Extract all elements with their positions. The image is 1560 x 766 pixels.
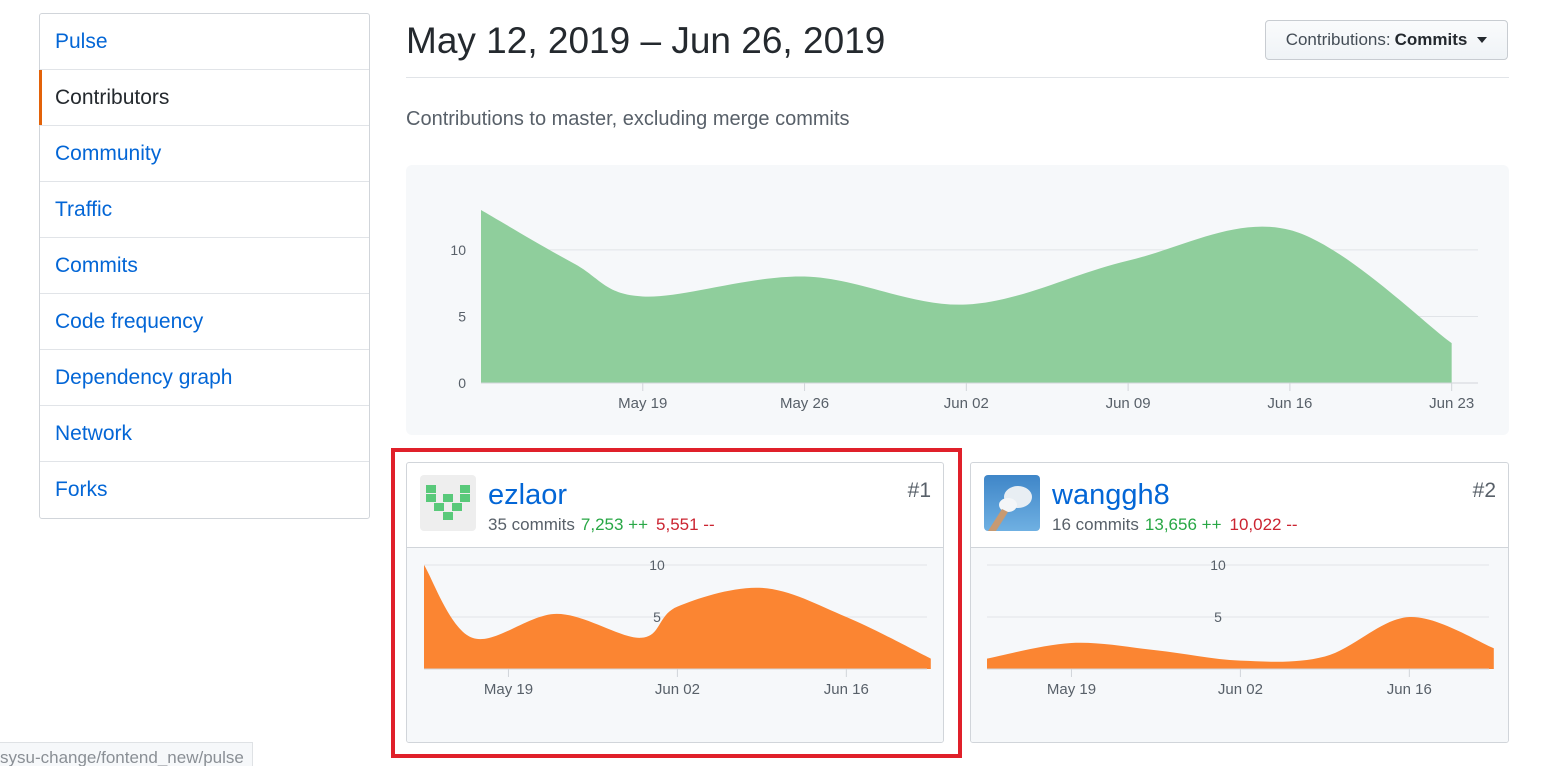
deletions-count: 10,022 --	[1229, 515, 1298, 534]
sidebar-item-community[interactable]: Community	[40, 126, 369, 182]
y-tick-label: 5	[1214, 609, 1222, 625]
sidebar-item-dependency-graph[interactable]: Dependency graph	[40, 350, 369, 406]
additions-count: 13,656 ++	[1144, 515, 1222, 534]
x-tick-label: Jun 09	[1106, 395, 1151, 412]
contributor-chart-svg: 5 10 May 19 Jun 02 Jun 16	[987, 557, 1494, 698]
status-bar-url: sysu-change/fontend_new/pulse	[0, 742, 253, 766]
y-tick-label: 0	[458, 375, 466, 391]
contributions-dropdown-value: Commits	[1394, 30, 1468, 49]
contributions-subtitle: Contributions to master, excluding merge…	[406, 108, 850, 130]
x-tick-label: Jun 16	[1387, 681, 1432, 698]
x-tick-label: Jun 02	[944, 395, 989, 412]
contributor-card: wanggh8 16 commits 13,656 ++ 10,022 -- #2 …	[970, 462, 1509, 743]
avatar-photo-icon	[984, 475, 1040, 531]
x-tick-label: Jun 02	[1218, 681, 1263, 698]
contributor-chart[interactable]: 5 10 May 19 Jun 02 Jun 16	[971, 548, 1508, 742]
contributions-type-dropdown[interactable]: Contributions: Commits	[1265, 20, 1508, 60]
sidebar-item-code-frequency[interactable]: Code frequency	[40, 294, 369, 350]
main-chart-svg: 0 5 10 May 19 May 26 Jun 02 Jun 09 Jun 16 Jun 23	[450, 210, 1478, 412]
x-tick-label: May 19	[618, 395, 667, 412]
header-divider	[406, 77, 1509, 78]
x-tick-label: May 26	[780, 395, 829, 412]
date-range-title: May 12, 2019 – Jun 26, 2019	[406, 20, 886, 61]
sidebar-item-commits[interactable]: Commits	[40, 238, 369, 294]
y-tick-label: 10	[450, 242, 466, 258]
contributor-card-header: wanggh8 16 commits 13,656 ++ 10,022 -- #2	[971, 463, 1508, 548]
contributor-name-link[interactable]: wanggh8	[1052, 479, 1170, 512]
y-tick-label: 10	[1210, 557, 1226, 573]
contributor-stats: 16 commits 13,656 ++ 10,022 --	[1052, 515, 1298, 535]
caret-down-icon	[1477, 37, 1488, 43]
commit-count[interactable]: 16 commits	[1052, 515, 1139, 534]
sidebar-item-contributors[interactable]: Contributors	[39, 70, 369, 126]
contributions-dropdown-label: Contributions:	[1285, 30, 1391, 49]
area-series	[987, 616, 1494, 669]
x-tick-label: Jun 23	[1429, 395, 1474, 412]
contributor-rank: #2	[1472, 479, 1496, 502]
sidebar-item-forks[interactable]: Forks	[40, 462, 369, 518]
repo-insights-sidebar: Pulse Contributors Community Traffic Com…	[39, 13, 370, 519]
main-contributions-chart[interactable]: 0 5 10 May 19 May 26 Jun 02 Jun 09 Jun 16 Jun 23	[406, 165, 1509, 435]
sidebar-item-traffic[interactable]: Traffic	[40, 182, 369, 238]
avatar[interactable]	[984, 475, 1040, 531]
sidebar-item-network[interactable]: Network	[40, 406, 369, 462]
x-tick-label: Jun 16	[1267, 395, 1312, 412]
highlight-box	[391, 448, 962, 758]
y-tick-label: 5	[458, 308, 466, 324]
sidebar-item-pulse[interactable]: Pulse	[40, 14, 369, 70]
area-series	[481, 210, 1452, 383]
x-tick-label: May 19	[1047, 681, 1096, 698]
